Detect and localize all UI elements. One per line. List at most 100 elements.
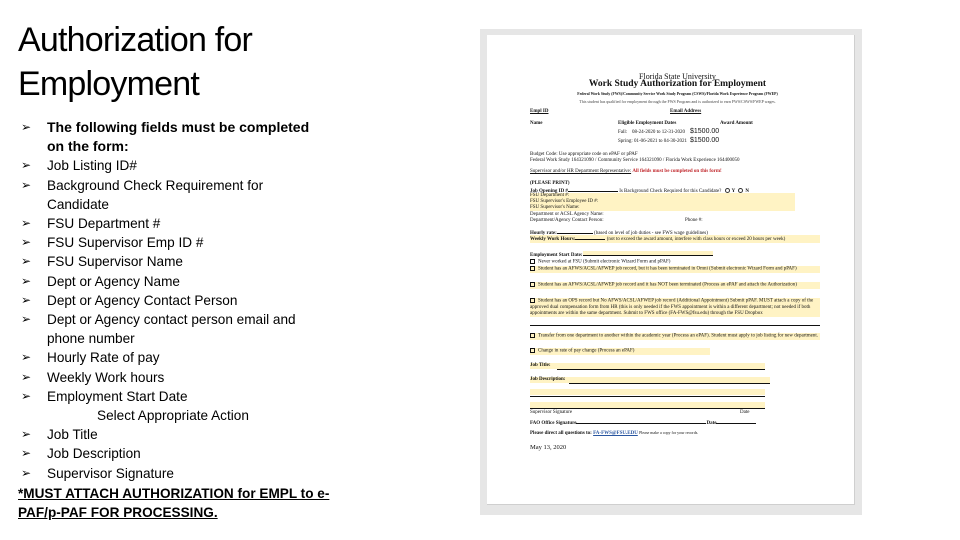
list-item-text: FSU Supervisor Emp ID # [47, 235, 204, 251]
budget-line2: Federal Work Study 164321090 / Community… [530, 158, 740, 163]
divider [530, 325, 820, 326]
arrow-bullet-icon: ➢ [21, 292, 32, 307]
list-item-text: Hourly Rate of pay [47, 350, 160, 366]
option-row: Change in rate of pay change (Process an… [530, 348, 710, 355]
name-label: Name [530, 121, 543, 126]
form-image: Florida State University Work Study Auth… [480, 29, 862, 515]
list-item-text: Weekly Work hours [47, 369, 165, 385]
list-item-text: Background Check Requirement for [47, 177, 264, 193]
list-item-text: Job Listing ID# [47, 158, 137, 174]
weekly-field [575, 235, 606, 240]
arrow-bullet-icon: ➢ [21, 312, 32, 327]
option-text: Transfer from one department to another … [538, 333, 818, 339]
phone-label: Phone #: [685, 218, 703, 223]
slide-title-line2: Employment [18, 65, 200, 103]
arrow-bullet-icon: ➢ [21, 216, 32, 231]
sig-line [530, 408, 765, 409]
list-item: ➢ Hourly Rate of pay [18, 348, 358, 367]
list-item-text-cont: phone number [47, 331, 135, 347]
supervisor-heading: Supervisor and/or HR Department Represen… [530, 169, 632, 174]
option-text: Student has an AFWS/ACSL/AFWEP job recor… [538, 282, 797, 288]
questions-email-link: FA-FWS@FSU.EDU [593, 431, 638, 436]
arrow-bullet-icon: ➢ [21, 273, 32, 288]
job-desc-label: Job Description: [530, 377, 566, 382]
start-label: Employment Start Date: [530, 253, 583, 258]
list-item: ➢ FSU Department # [18, 214, 358, 233]
slide-title-line1: Authorization for [18, 21, 253, 59]
list-item: ➢ Job Description [18, 444, 358, 463]
hourly-field [556, 229, 593, 234]
sup-sig-row: Supervisor Signature Date [530, 410, 825, 416]
form-id-row: Empl ID Email Address [530, 109, 825, 115]
required-note: All fields must be completed on this for… [632, 169, 722, 174]
option-row: Student has an AFWS/ACSL/AFWEP job recor… [530, 266, 820, 273]
contact-label: Department/Agency Contact Person: [530, 218, 604, 223]
option-text: Student has an AFWS/ACSL/AFWEP job recor… [538, 266, 797, 272]
job-desc-line [569, 383, 770, 384]
form-page: Florida State University Work Study Auth… [487, 35, 855, 505]
list-item: ➢ Weekly Work hours [18, 368, 358, 387]
term2-dates: 01-06-2021 to 04-30-2021 [634, 139, 688, 144]
option-text: Change in rate of pay change (Process an… [538, 348, 635, 354]
list-item-text: FSU Supervisor Name [47, 254, 183, 270]
form-eligibility-note: This student has qualified for employmen… [579, 99, 776, 104]
list-item: ➢ Employment Start Date [18, 387, 358, 406]
arrow-bullet-icon: ➢ [21, 177, 32, 192]
weekly-label: Weekly Work Hours: [530, 237, 576, 242]
contact-row: Department/Agency Contact Person: Phone … [530, 218, 825, 224]
list-item: ➢ FSU Supervisor Name [18, 252, 358, 271]
checkbox [530, 266, 535, 271]
job-title-label: Job Title: [530, 363, 551, 368]
arrow-bullet-icon: ➢ [21, 465, 32, 480]
list-item: ➢ Job Title [18, 425, 358, 444]
arrow-bullet-icon: ➢ [21, 120, 32, 134]
form-date: May 13, 2020 [530, 444, 567, 451]
arrow-bullet-icon: ➢ [21, 369, 32, 384]
fao-sig-row: FAO Office Signature Date [530, 419, 825, 427]
award-label: Award Amount [720, 121, 753, 126]
slide-body: ➢ The following fields must be completed… [18, 118, 358, 522]
list-item: ➢ Job Listing ID# [18, 156, 358, 175]
list-item-text: Dept or Agency Contact Person [47, 292, 238, 308]
option-row: Student has an OPS record but No AFWS/AC… [530, 298, 820, 317]
job-desc-extra [530, 389, 765, 395]
term1-amount: $1500.00 [690, 128, 720, 135]
term2-label: Spring: [618, 139, 633, 144]
select-action-note: Select Appropriate Action [97, 408, 249, 424]
list-item-text: Job Title [47, 427, 98, 443]
term2-amount: $1500.00 [690, 137, 720, 144]
list-item-text: Job Description [47, 446, 141, 462]
email-label: Email Address [670, 109, 702, 114]
lead-bullet-line2: on the form: [47, 138, 129, 155]
slide-title: Authorization for Employment [18, 18, 418, 106]
supervisor-heading-row: Supervisor and/or HR Department Represen… [530, 169, 825, 175]
start-date-field [582, 251, 713, 256]
date-label: Date [740, 410, 750, 415]
arrow-bullet-icon: ➢ [21, 254, 32, 269]
fao-sig-line [576, 419, 707, 424]
option-row: Never worked at FSU (Submit electronic W… [530, 259, 820, 266]
option-text: Never worked at FSU (Submit electronic W… [538, 259, 671, 265]
list-item: ➢ Dept or Agency contact person email and… [18, 310, 358, 348]
lead-bullet: ➢ The following fields must be completed… [18, 118, 358, 156]
fao-sig-label: FAO Office Signature [530, 421, 577, 426]
weekly-row: Weekly Work Hours: (not to exceed the aw… [530, 235, 820, 243]
term1-dates: 08-24-2020 to 12-31-2020 [632, 130, 686, 135]
option-row: Transfer from one department to another … [530, 333, 820, 340]
list-item: ➢ FSU Supervisor Emp ID # [18, 233, 358, 252]
arrow-bullet-icon: ➢ [21, 446, 32, 461]
weekly-note: (not to exceed the award amount, interfe… [606, 237, 786, 242]
form-programs: Federal Work Study (FWS)/Community Servi… [577, 92, 778, 96]
form-header-row: Name Eligible Employment Dates Award Amo… [530, 121, 825, 127]
checkbox [530, 333, 535, 338]
list-item-text: Supervisor Signature [47, 465, 174, 481]
option-row: Student has an AFWS/ACSL/AFWEP job recor… [530, 282, 820, 289]
must-attach-line2: PAF/p-PAF FOR PROCESSING. [18, 505, 218, 521]
list-item-text: Dept or Agency contact person email and [47, 312, 296, 328]
list-item-text: Employment Start Date [47, 388, 188, 404]
fao-date-line [716, 419, 757, 424]
checkbox [530, 298, 535, 303]
list-item: ➢ Supervisor Signature [18, 464, 358, 483]
list-item: ➢ Background Check Requirement for Candida… [18, 176, 358, 214]
arrow-bullet-icon: ➢ [21, 235, 32, 250]
